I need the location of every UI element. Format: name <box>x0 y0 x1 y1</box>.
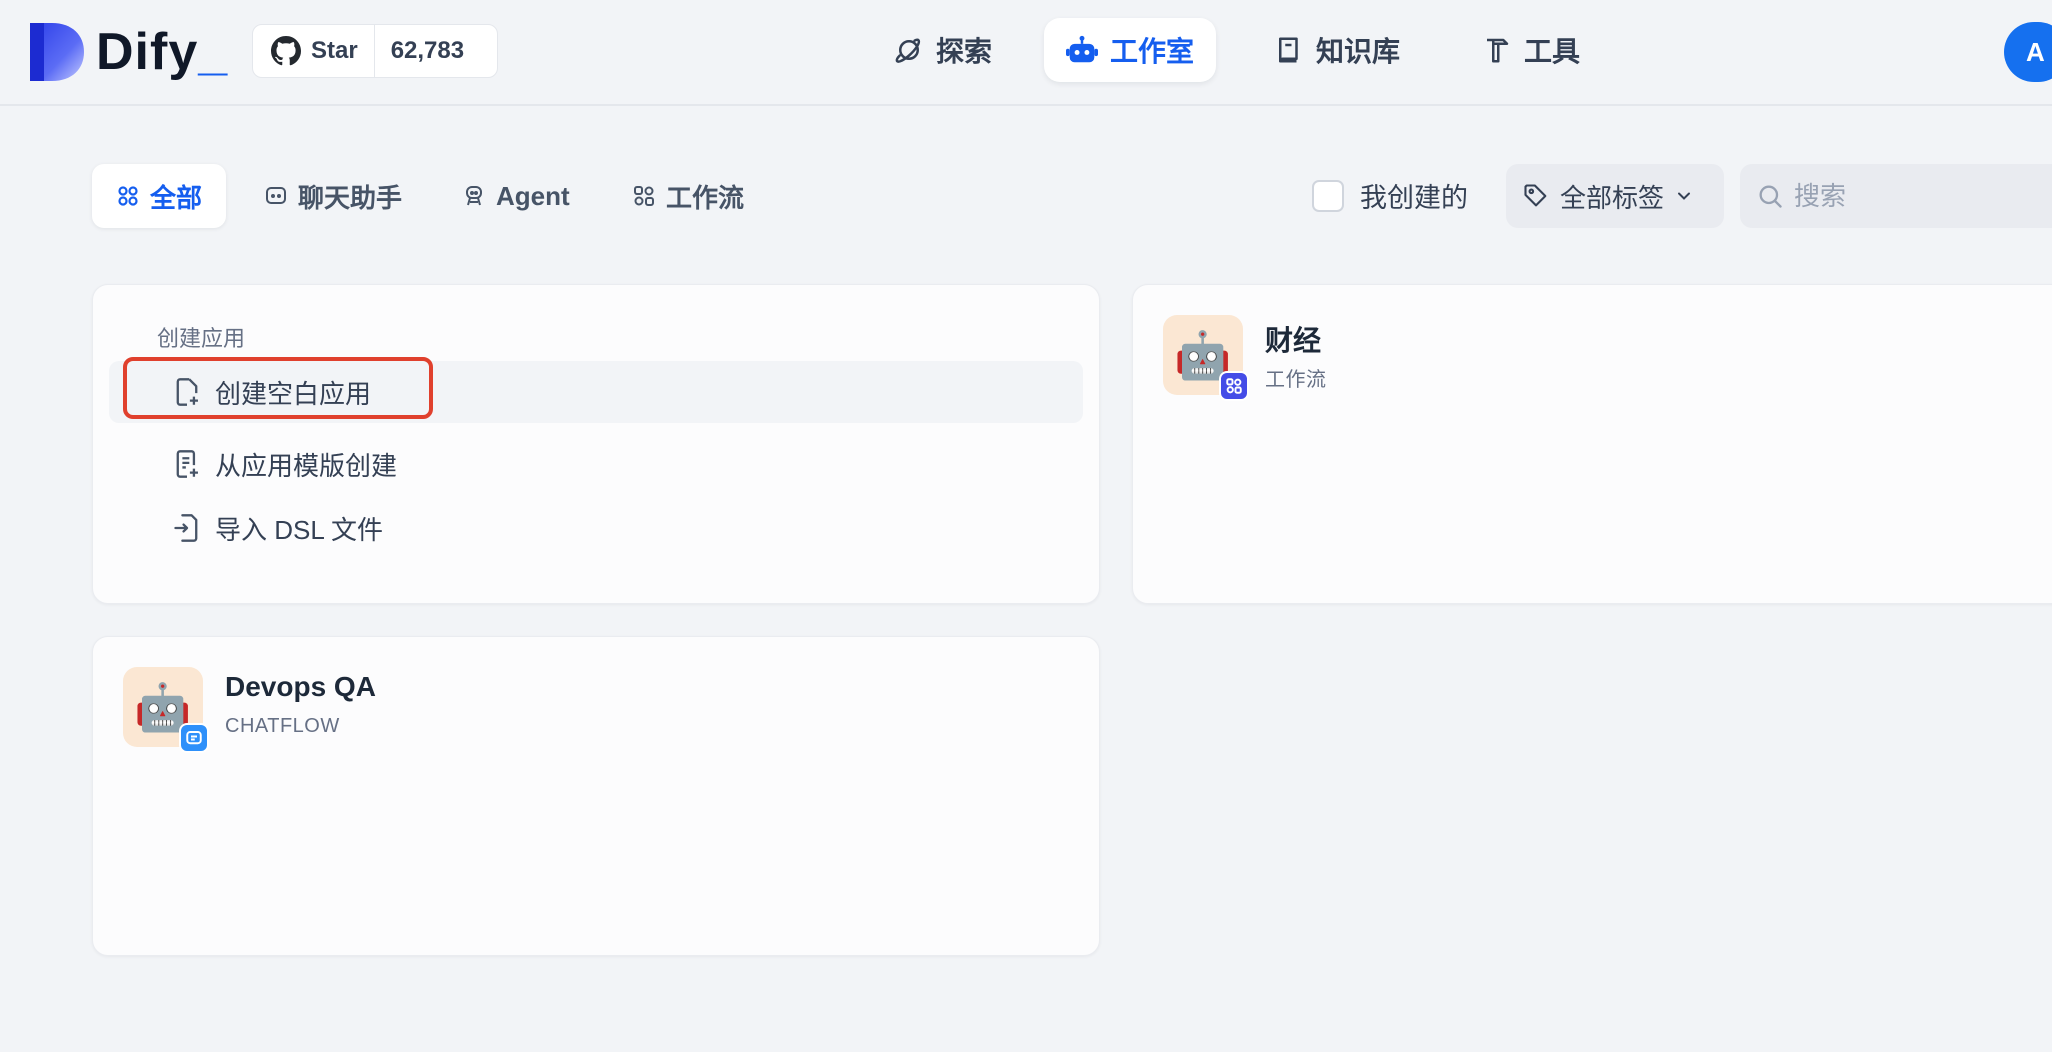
workflow-icon <box>632 184 656 208</box>
app-type: 工作流 <box>1265 369 1327 391</box>
nav-knowledge-label: 知识库 <box>1316 36 1401 67</box>
tab-chat-label: 聊天助手 <box>298 182 403 213</box>
nav-studio[interactable]: 工作室 <box>1044 18 1217 82</box>
nav-tools-label: 工具 <box>1524 36 1581 67</box>
dify-logo-text: Dify_ <box>96 26 228 78</box>
create-blank-app-label: 创建空白应用 <box>215 378 372 409</box>
import-dsl-label: 导入 DSL 文件 <box>215 514 384 545</box>
nav-studio-label: 工作室 <box>1110 36 1195 67</box>
app-name: 财经 <box>1265 325 1322 356</box>
tab-all-label: 全部 <box>150 182 203 213</box>
robot-emoji-icon: 🤖 <box>1163 315 1249 401</box>
hammer-icon <box>1482 35 1512 65</box>
logo-word: Dify <box>96 23 199 81</box>
created-by-me-label: 我创建的 <box>1360 183 1468 213</box>
robot-icon <box>1066 35 1098 65</box>
search-icon <box>1756 182 1784 210</box>
planet-icon <box>894 35 924 65</box>
logo-cursor: _ <box>198 23 229 81</box>
tag-select-label: 全部标签 <box>1560 182 1665 213</box>
tab-workflow[interactable]: 工作流 <box>608 164 768 228</box>
grid-icon <box>116 184 140 208</box>
github-star-button[interactable]: Star <box>253 25 375 77</box>
create-app-title: 创建应用 <box>157 326 246 351</box>
nav-explore[interactable]: 探索 <box>872 18 1014 82</box>
app-card[interactable]: 🤖 Devops QA CHATFLOW <box>92 636 1100 956</box>
file-plus-icon <box>173 377 201 407</box>
tab-all[interactable]: 全部 <box>92 164 227 228</box>
created-by-me-filter[interactable]: 我创建的 <box>1312 176 1468 215</box>
chatflow-badge-icon <box>179 723 209 753</box>
search-box[interactable] <box>1740 164 2052 228</box>
github-star-label: Star <box>311 37 358 64</box>
search-input[interactable] <box>1794 180 2052 212</box>
app-card[interactable]: 🤖 财经 工作流 <box>1132 284 2052 604</box>
book-icon <box>1274 35 1304 65</box>
nav-knowledge[interactable]: 知识库 <box>1252 18 1422 82</box>
github-star-widget[interactable]: Star 62,783 <box>252 24 498 78</box>
chevron-down-icon <box>1674 186 1694 206</box>
tab-agent-label: Agent <box>496 180 570 211</box>
tab-workflow-label: 工作流 <box>666 182 745 213</box>
nav-tools[interactable]: 工具 <box>1460 18 1602 82</box>
tag-select-dropdown[interactable]: 全部标签 <box>1506 164 1724 228</box>
user-avatar[interactable]: A <box>2004 22 2052 82</box>
create-from-template-button[interactable]: 从应用模版创建 <box>109 433 1083 495</box>
github-icon <box>271 36 301 66</box>
create-app-card: 创建应用 创建空白应用 从应用模版创建 导入 DSL 文件 <box>92 284 1100 604</box>
tab-chat-assistant[interactable]: 聊天助手 <box>240 164 426 228</box>
create-from-template-label: 从应用模版创建 <box>215 450 398 481</box>
chat-bubble-icon <box>264 184 288 208</box>
robot-emoji-icon: 🤖 <box>123 667 209 753</box>
file-template-icon <box>173 449 201 479</box>
tab-agent[interactable]: Agent <box>438 164 594 228</box>
file-import-icon <box>173 513 201 543</box>
app-type: CHATFLOW <box>225 715 340 737</box>
workflow-badge-icon <box>1219 371 1249 401</box>
tag-icon <box>1522 182 1550 210</box>
import-dsl-button[interactable]: 导入 DSL 文件 <box>109 497 1083 559</box>
app-name: Devops QA <box>225 671 376 702</box>
top-header: Dify_ Star 62,783 探索 工作室 知识库 工具 A <box>0 0 2052 106</box>
created-by-me-checkbox[interactable] <box>1312 179 1344 212</box>
dify-logo-mark-icon <box>30 23 84 81</box>
nav-explore-label: 探索 <box>936 36 993 67</box>
github-star-count[interactable]: 62,783 <box>375 25 480 77</box>
create-blank-app-button[interactable]: 创建空白应用 <box>109 361 1083 423</box>
agent-icon <box>462 184 486 208</box>
dify-logo[interactable]: Dify_ <box>30 22 228 82</box>
